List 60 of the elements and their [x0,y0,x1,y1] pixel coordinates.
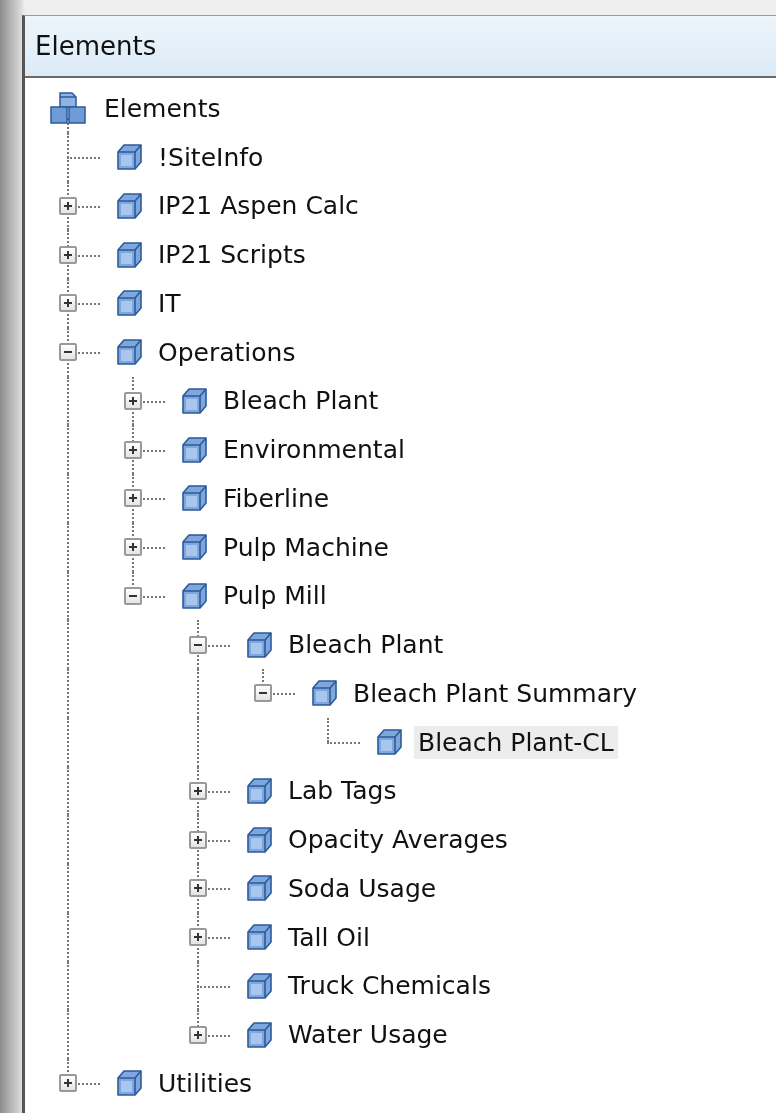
tree-item[interactable]: Bleach Plant Summary [349,676,642,710]
tree-item[interactable]: Utilities [154,1066,257,1100]
cube-icon [246,1020,274,1049]
tree-item[interactable]: !SiteInfo [154,140,268,174]
tree-item[interactable]: Soda Usage [284,871,441,905]
cube-icon [181,435,209,464]
cube-icon [246,923,274,952]
tree-toggle[interactable] [254,684,272,703]
tree-item[interactable]: Water Usage [284,1018,452,1052]
tree-toggle[interactable] [59,294,77,313]
tree-item[interactable]: Bleach Plant [219,384,383,418]
cube-icon [181,484,209,513]
tree-toggle[interactable] [124,489,142,508]
cube-icon [116,240,144,269]
cube-icon [246,825,274,854]
panel-title: Elements [35,31,157,61]
tree-item[interactable]: IP21 Aspen Calc [154,189,363,223]
cube-icon [246,874,274,903]
cube-icon [246,630,274,659]
tree-item[interactable]: Bleach Plant [284,628,448,662]
cube-icon [311,679,339,708]
tree-toggle[interactable] [59,196,77,215]
tree-item[interactable]: Bleach Plant-CL [414,725,618,759]
tree-item[interactable]: Pulp Machine [219,530,393,564]
tree-item[interactable]: IT [154,286,185,320]
tree-toggle[interactable] [124,391,142,410]
tree-toggle[interactable] [124,538,142,557]
tree-toggle[interactable] [124,586,142,605]
tree-toggle[interactable] [189,635,207,654]
tree-item[interactable]: Pulp Mill [219,579,331,613]
cube-icon [116,338,144,367]
cube-icon [116,191,144,220]
cube-icon [116,1069,144,1098]
tree-item[interactable]: Fiberline [219,481,334,515]
tree-toggle[interactable] [189,830,207,849]
tree-toggle[interactable] [189,1025,207,1044]
tree-toggle[interactable] [59,1074,77,1093]
stacked-cubes-icon [49,91,86,126]
tree-toggle[interactable] [59,343,77,362]
cube-icon [181,386,209,415]
tree-toggle[interactable] [59,245,77,264]
cube-icon [116,143,144,172]
tree-item[interactable]: Tall Oil [284,920,374,954]
tree-item[interactable]: Operations [154,335,300,369]
cube-icon [116,289,144,318]
tree-item[interactable]: IP21 Scripts [154,238,310,272]
tree-item[interactable]: Elements [100,91,225,125]
tree-item[interactable]: Lab Tags [284,774,401,808]
tree-item[interactable]: Opacity Averages [284,823,512,857]
tree-toggle[interactable] [189,879,207,898]
tree-toggle[interactable] [189,781,207,800]
tree-item[interactable]: Truck Chemicals [284,969,495,1003]
tree-toggle[interactable] [124,440,142,459]
cube-icon [246,971,274,1000]
cube-icon [376,728,404,757]
tree-item[interactable]: Environmental [219,433,409,467]
cube-icon [181,533,209,562]
cube-icon [246,776,274,805]
cube-icon [181,581,209,610]
tree-toggle[interactable] [189,928,207,947]
